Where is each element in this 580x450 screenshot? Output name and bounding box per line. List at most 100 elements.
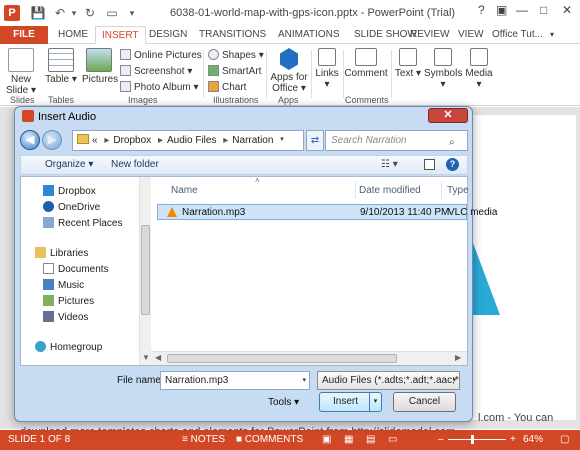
tab-insert[interactable]: INSERT	[95, 26, 146, 44]
breadcrumb-separator[interactable]: ▸	[104, 135, 109, 146]
tab-animations[interactable]: ANIMATIONS	[272, 26, 345, 44]
file-name-dropdown-icon[interactable]: ▾	[302, 372, 306, 389]
redo-icon[interactable]: ↻	[82, 5, 98, 21]
comment-button[interactable]: Comment	[344, 48, 388, 79]
preview-pane-icon[interactable]	[424, 159, 435, 170]
file-list-scrollbar[interactable]: ◀ ▶	[151, 351, 467, 365]
file-row[interactable]: Narration.mp3 9/10/2013 11:40 PM VLC med…	[157, 204, 497, 220]
tab-transitions[interactable]: TRANSITIONS	[193, 26, 272, 44]
chart-button[interactable]: Chart	[208, 80, 246, 95]
photo-album-button[interactable]: Photo Album ▾	[120, 80, 199, 95]
symbols-button[interactable]: Symbols ▾	[424, 48, 462, 90]
zoom-slider[interactable]	[448, 439, 506, 440]
scroll-left-icon[interactable]: ◀	[155, 353, 161, 362]
close-icon[interactable]: ✕	[562, 3, 572, 17]
column-name[interactable]: Name	[171, 185, 198, 196]
nav-item-pictures[interactable]: Pictures	[43, 295, 94, 307]
zoom-level[interactable]: 64%	[523, 434, 543, 445]
change-view-icon[interactable]: ☷ ▾	[381, 159, 398, 170]
tab-design[interactable]: DESIGN	[143, 26, 193, 44]
new-slide-icon	[8, 48, 34, 72]
file-list-scroll-thumb[interactable]	[167, 354, 397, 363]
breadcrumb-narration[interactable]: Narration	[232, 135, 273, 146]
links-button[interactable]: Links ▾	[314, 48, 340, 90]
column-date-modified[interactable]: Date modified	[359, 185, 421, 196]
navigation-scroll-thumb[interactable]	[141, 225, 150, 315]
tab-view[interactable]: VIEW	[452, 26, 490, 44]
fit-slide-icon[interactable]: ▢	[560, 434, 569, 445]
file-type-select[interactable]: Audio Files (*.adts;*.adt;*.aac;*. ▾	[317, 371, 460, 390]
help-icon[interactable]: ?	[446, 158, 459, 171]
account-name[interactable]: Office Tut...	[486, 26, 549, 44]
text-button[interactable]: Text ▾	[394, 48, 422, 79]
notes-button[interactable]: ≡ NOTES	[182, 434, 225, 445]
column-divider[interactable]	[441, 181, 442, 199]
comments-button[interactable]: ■ COMMENTS	[236, 434, 303, 445]
tab-home[interactable]: HOME	[52, 26, 94, 44]
nav-item-dropbox[interactable]: Dropbox	[43, 185, 96, 197]
nav-item-videos[interactable]: Videos	[43, 311, 88, 323]
maximize-icon[interactable]: □	[540, 3, 547, 17]
forward-button[interactable]: ▶	[42, 130, 62, 150]
table-button[interactable]: Table ▾	[44, 48, 78, 85]
zoom-in-icon[interactable]: +	[510, 434, 516, 445]
navigation-scrollbar[interactable]: ▼	[139, 177, 151, 365]
tools-button[interactable]: Tools ▾	[268, 397, 299, 408]
insert-dropdown-icon[interactable]: ▾	[369, 393, 381, 411]
shapes-button[interactable]: Shapes ▾	[208, 48, 264, 63]
nav-item-documents[interactable]: Documents	[43, 263, 109, 275]
scroll-right-icon[interactable]: ▶	[455, 353, 461, 362]
breadcrumb-overflow[interactable]: «	[92, 135, 98, 146]
file-type-dropdown-icon[interactable]: ▾	[452, 372, 456, 389]
insert-button[interactable]: Insert ▾	[319, 392, 382, 412]
search-input[interactable]: Search Narration ⌕	[325, 130, 468, 151]
online-pictures-button[interactable]: Online Pictures	[120, 48, 202, 63]
new-folder-button[interactable]: New folder	[111, 159, 159, 170]
slideshow-qat-icon[interactable]: ▭	[104, 5, 120, 21]
nav-item-music[interactable]: Music	[43, 279, 84, 291]
zoom-slider-thumb[interactable]	[471, 435, 474, 444]
screenshot-button[interactable]: Screenshot ▾	[120, 64, 192, 79]
search-icon[interactable]: ⌕	[449, 133, 463, 148]
media-button[interactable]: Media ▾	[464, 48, 494, 90]
pictures-button[interactable]: Pictures	[82, 48, 118, 85]
cancel-button[interactable]: Cancel	[393, 392, 456, 412]
slideshow-view-icon[interactable]: ▭	[388, 434, 397, 445]
account-dropdown-icon[interactable]: ▾	[544, 26, 560, 44]
tab-file[interactable]: FILE	[0, 26, 48, 44]
organize-button[interactable]: Organize ▾	[45, 159, 93, 170]
customize-qat-icon[interactable]: ▾	[124, 5, 140, 21]
smartart-button[interactable]: SmartArt	[208, 64, 261, 79]
slide-canvas[interactable]	[470, 115, 576, 420]
title-bar: P 💾 ↶ ▾ ↻ ▭ ▾ 6038-01-world-map-with-gps…	[0, 0, 580, 26]
tab-review[interactable]: REVIEW	[404, 26, 455, 44]
scroll-down-icon[interactable]: ▼	[142, 353, 150, 362]
undo-dropdown-icon[interactable]: ▾	[66, 5, 82, 21]
nav-item-onedrive[interactable]: OneDrive	[43, 201, 100, 213]
ribbon-display-options-icon[interactable]: ▣	[496, 3, 507, 17]
breadcrumb-audio-files[interactable]: Audio Files	[167, 135, 216, 146]
refresh-icon[interactable]: ⇄	[306, 130, 324, 151]
file-name-input[interactable]: Narration.mp3 ▾	[160, 371, 310, 390]
new-slide-button[interactable]: New Slide ▾	[4, 48, 38, 96]
minimize-icon[interactable]: —	[516, 3, 528, 17]
address-dropdown-icon[interactable]: ▾	[276, 130, 288, 149]
reading-view-icon[interactable]: ▤	[366, 434, 375, 445]
normal-view-icon[interactable]: ▣	[322, 434, 331, 445]
help-icon[interactable]: ?	[478, 3, 485, 17]
slide-sorter-icon[interactable]: ▦	[344, 434, 353, 445]
apps-for-office-button[interactable]: Apps for Office ▾	[269, 48, 309, 94]
breadcrumb-separator[interactable]: ▸	[158, 135, 163, 146]
zoom-out-icon[interactable]: –	[438, 434, 444, 445]
breadcrumb-separator[interactable]: ▸	[223, 135, 228, 146]
nav-item-libraries[interactable]: Libraries	[35, 247, 88, 259]
nav-item-homegroup[interactable]: Homegroup	[35, 341, 102, 353]
back-button[interactable]: ◀	[20, 130, 40, 150]
dialog-close-button[interactable]: ✕	[428, 108, 468, 123]
save-icon[interactable]: 💾	[30, 5, 46, 21]
column-type[interactable]: Type	[447, 185, 469, 196]
nav-item-recent-places[interactable]: Recent Places	[43, 217, 122, 229]
breadcrumb-dropbox[interactable]: Dropbox	[113, 135, 151, 146]
column-divider[interactable]	[355, 181, 356, 199]
address-bar[interactable]: « ▸ Dropbox ▸ Audio Files ▸ Narration	[72, 130, 304, 151]
